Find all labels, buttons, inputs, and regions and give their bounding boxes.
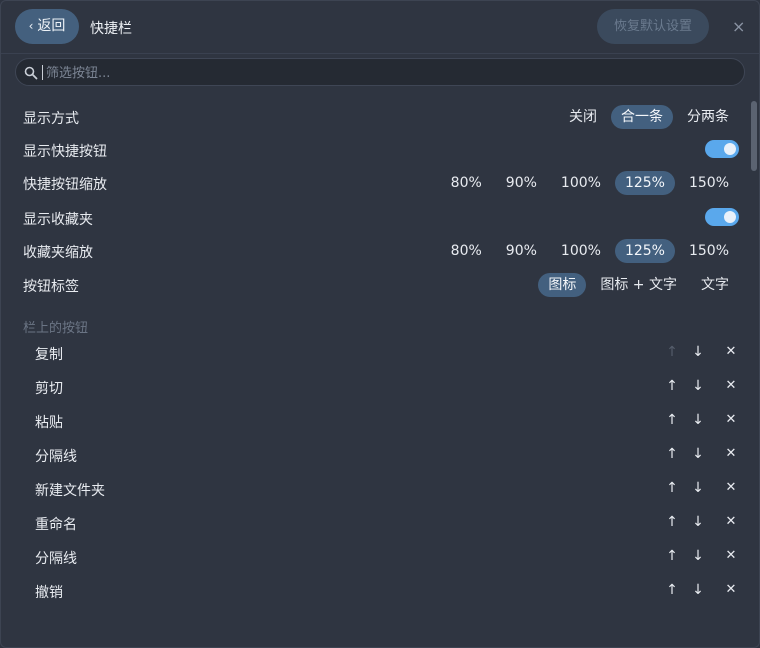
option-favorites-scale-2[interactable]: 100% bbox=[551, 239, 611, 263]
option-group: 图标 图标 + 文字 文字 bbox=[534, 272, 739, 298]
section-title-bar-buttons: 栏上的按钮 bbox=[23, 321, 89, 336]
page-title: 快捷栏 bbox=[90, 21, 132, 37]
setting-label: 显示收藏夹 bbox=[23, 212, 93, 228]
setting-row-display-mode: 显示方式 关闭 合一条 分两条 bbox=[23, 104, 739, 130]
arrow-down-icon[interactable]: ↓ bbox=[690, 514, 706, 530]
option-button-scale-3[interactable]: 125% bbox=[614, 171, 675, 195]
setting-row-show-favorites: 显示收藏夹 bbox=[23, 205, 739, 231]
remove-icon[interactable]: ✕ bbox=[723, 412, 739, 427]
option-display-mode-0[interactable]: 关闭 bbox=[559, 105, 607, 129]
arrow-down-icon[interactable]: ↓ bbox=[690, 412, 706, 428]
option-favorites-scale-1[interactable]: 90% bbox=[496, 239, 547, 263]
arrow-down-icon[interactable]: ↓ bbox=[690, 582, 706, 598]
arrow-up-icon[interactable]: ↑ bbox=[664, 480, 680, 496]
setting-label: 快捷按钮缩放 bbox=[23, 177, 107, 193]
list-item: 新建文件夹 ↑ ↓ ✕ bbox=[35, 477, 739, 503]
close-icon[interactable]: × bbox=[732, 17, 745, 36]
list-item: 重命名 ↑ ↓ ✕ bbox=[35, 511, 739, 537]
toggle-switch[interactable] bbox=[705, 208, 739, 226]
list-item-label: 新建文件夹 bbox=[35, 483, 105, 499]
option-group: 80% 90% 100% 125% 150% bbox=[437, 170, 739, 196]
toggle-switch[interactable] bbox=[705, 140, 739, 158]
option-button-label-2[interactable]: 文字 bbox=[691, 273, 739, 297]
list-item: 撤销 ↑ ↓ ✕ bbox=[35, 579, 739, 605]
filter-search-box[interactable] bbox=[15, 58, 745, 86]
option-display-mode-2[interactable]: 分两条 bbox=[677, 105, 739, 129]
option-favorites-scale-3[interactable]: 125% bbox=[614, 239, 675, 263]
option-button-label-0[interactable]: 图标 bbox=[538, 273, 587, 297]
arrow-up-icon[interactable]: ↑ bbox=[664, 412, 680, 428]
list-item: 剪切 ↑ ↓ ✕ bbox=[35, 375, 739, 401]
option-display-mode-1[interactable]: 合一条 bbox=[611, 105, 673, 129]
back-button-label: 返回 bbox=[37, 18, 66, 34]
back-button[interactable]: ‹ 返回 bbox=[15, 9, 79, 44]
arrow-down-icon[interactable]: ↓ bbox=[690, 480, 706, 496]
list-item: 粘贴 ↑ ↓ ✕ bbox=[35, 409, 739, 435]
arrow-up-icon: ↑ bbox=[666, 344, 678, 360]
list-item: 复制 ↑ ↓ ✕ bbox=[35, 341, 739, 367]
setting-row-favorites-scale: 收藏夹缩放 80% 90% 100% 125% 150% bbox=[23, 238, 739, 264]
quick-bar-settings-window: ‹返回 快捷栏 恢复默认设置 × 显示方式关闭合一条分两条显示快捷按钮快捷按钮缩… bbox=[0, 0, 760, 648]
remove-icon[interactable]: ✕ bbox=[723, 344, 739, 359]
list-item-label: 复制 bbox=[35, 347, 63, 363]
remove-icon[interactable]: ✕ bbox=[723, 582, 739, 597]
search-icon bbox=[24, 65, 38, 84]
setting-label: 收藏夹缩放 bbox=[23, 245, 93, 261]
setting-label: 显示方式 bbox=[23, 111, 79, 127]
list-item-label: 粘贴 bbox=[35, 415, 63, 431]
header-bar: ‹ 返回 快捷栏 恢复默认设置 × bbox=[1, 1, 759, 54]
arrow-up-icon[interactable]: ↑ bbox=[664, 548, 680, 564]
remove-icon[interactable]: ✕ bbox=[723, 548, 739, 563]
setting-label: 按钮标签 bbox=[23, 279, 79, 295]
list-item-label: 分隔线 bbox=[35, 449, 77, 465]
toggle-knob bbox=[724, 211, 736, 223]
option-button-scale-2[interactable]: 100% bbox=[551, 171, 611, 195]
arrow-down-icon[interactable]: ↓ bbox=[690, 446, 706, 462]
remove-icon[interactable]: ✕ bbox=[723, 446, 739, 461]
setting-label: 显示快捷按钮 bbox=[23, 144, 107, 160]
arrow-down-icon[interactable]: ↓ bbox=[690, 548, 706, 564]
remove-icon[interactable]: ✕ bbox=[723, 514, 739, 529]
toggle-knob bbox=[724, 143, 736, 155]
list-item: 分隔线 ↑ ↓ ✕ bbox=[35, 545, 739, 571]
arrow-down-icon[interactable]: ↓ bbox=[690, 344, 706, 360]
list-item-label: 重命名 bbox=[35, 517, 77, 533]
option-group: 80% 90% 100% 125% 150% bbox=[437, 238, 739, 264]
setting-row-show-quick-buttons: 显示快捷按钮 bbox=[23, 137, 739, 163]
arrow-up-icon[interactable]: ↑ bbox=[664, 514, 680, 530]
text-caret bbox=[42, 65, 43, 80]
remove-icon[interactable]: ✕ bbox=[723, 480, 739, 495]
scrollbar-thumb[interactable] bbox=[751, 101, 757, 171]
setting-row-button-scale: 快捷按钮缩放 80% 90% 100% 125% 150% bbox=[23, 170, 739, 196]
option-favorites-scale-0[interactable]: 80% bbox=[441, 239, 492, 263]
list-item-label: 分隔线 bbox=[35, 551, 77, 567]
option-button-scale-0[interactable]: 80% bbox=[441, 171, 492, 195]
list-item: 分隔线 ↑ ↓ ✕ bbox=[35, 443, 739, 469]
arrow-up-icon[interactable]: ↑ bbox=[664, 378, 680, 394]
option-button-scale-1[interactable]: 90% bbox=[496, 171, 547, 195]
filter-input[interactable] bbox=[44, 62, 728, 84]
option-button-label-1[interactable]: 图标 + 文字 bbox=[590, 273, 687, 297]
arrow-up-icon[interactable]: ↑ bbox=[664, 446, 680, 462]
chevron-left-icon: ‹ bbox=[28, 19, 34, 33]
option-favorites-scale-4[interactable]: 150% bbox=[679, 239, 739, 263]
list-item-label: 撤销 bbox=[35, 585, 63, 601]
arrow-down-icon[interactable]: ↓ bbox=[690, 378, 706, 394]
setting-row-button-label: 按钮标签 图标 图标 + 文字 文字 bbox=[23, 272, 739, 298]
option-button-scale-4[interactable]: 150% bbox=[679, 171, 739, 195]
option-group: 关闭 合一条 分两条 bbox=[555, 104, 739, 130]
reset-defaults-button[interactable]: 恢复默认设置 bbox=[597, 9, 709, 44]
remove-icon[interactable]: ✕ bbox=[723, 378, 739, 393]
arrow-up-icon[interactable]: ↑ bbox=[664, 582, 680, 598]
list-item-label: 剪切 bbox=[35, 381, 63, 397]
